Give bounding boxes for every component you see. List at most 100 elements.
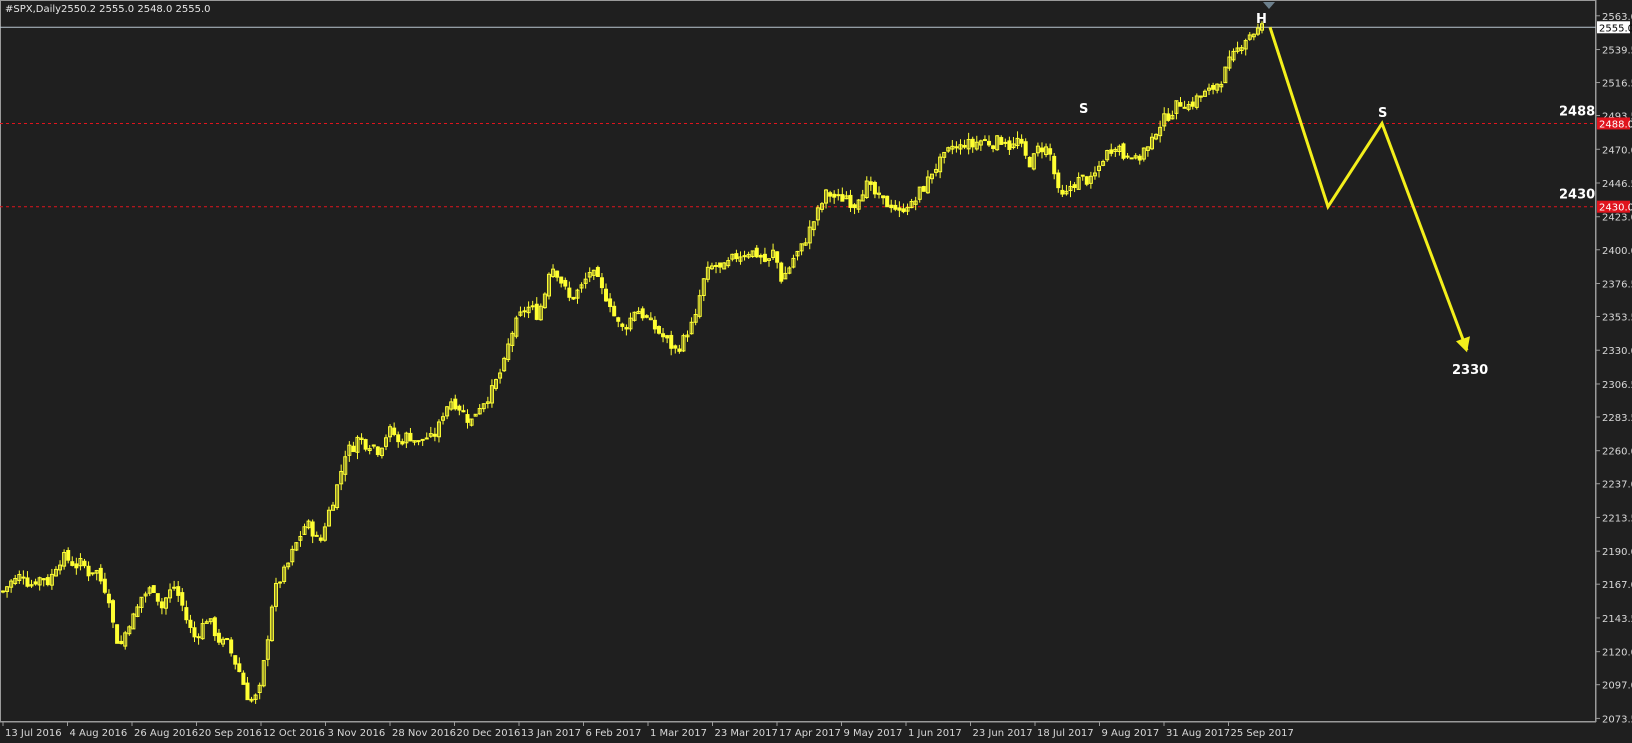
candle-bear (318, 537, 323, 541)
candle-bear (754, 247, 759, 258)
candle-bear (1060, 189, 1065, 195)
y-tick-label: 2213.5 (1602, 513, 1632, 524)
candle-bear (893, 204, 898, 210)
chart-canvas[interactable]: #SPX,Daily 2550.2 2555.0 2548.0 2555.0 2… (0, 0, 1632, 739)
candle-bear (86, 565, 91, 577)
x-tick-label: 28 Nov 2016 (392, 728, 456, 739)
level-label: 2488 (1559, 104, 1595, 119)
candle-bear (375, 446, 380, 456)
candle-bear (392, 427, 397, 435)
candle-bear (115, 624, 120, 644)
candle-bear (1039, 147, 1044, 153)
candle-bear (21, 576, 26, 579)
candle-bear (216, 632, 221, 643)
candle-bear (237, 663, 242, 673)
x-tick-label: 25 Sep 2017 (1231, 728, 1294, 739)
pattern-label-head: H (1256, 12, 1267, 27)
target-label: 2330 (1452, 363, 1488, 378)
y-tick-label: 2539.5 (1602, 46, 1632, 57)
candle-bear (70, 561, 75, 566)
x-tick-label: 1 Mar 2017 (650, 728, 707, 739)
y-tick-label: 2563.0 (1602, 12, 1632, 23)
candle-bear (612, 305, 617, 317)
candle-bear (1023, 141, 1028, 156)
candle-bear (620, 323, 625, 327)
pattern-label-shoulder: S (1378, 106, 1387, 121)
candle-bull (225, 638, 230, 641)
price-chart[interactable]: #SPX,Daily 2550.2 2555.0 2548.0 2555.0 2… (0, 0, 1632, 739)
candle-bear (453, 398, 458, 410)
candle-bear (840, 194, 845, 202)
candle-bear (1019, 138, 1024, 144)
candle-bear (1007, 140, 1012, 150)
candle-bear (1211, 84, 1216, 90)
candle-bear (408, 432, 413, 442)
candle-bull (714, 264, 719, 267)
time-axis: 13 Jul 2016 4 Aug 2016 26 Aug 2016 20 Sep 2… (2, 722, 1294, 739)
y-tick-label: 2353.5 (1602, 313, 1632, 324)
candle-bear (665, 335, 670, 339)
forecast-line (1268, 26, 1469, 351)
level-price-box-label: 2430.0 (1599, 203, 1632, 214)
candle-bear (155, 593, 160, 602)
y-tick-label: 2097.0 (1602, 681, 1632, 692)
candle-bear (921, 186, 926, 192)
candle-bear (534, 303, 539, 320)
candle-bear (868, 181, 873, 185)
y-tick-label: 2237.0 (1602, 480, 1632, 491)
x-tick-label: 17 Apr 2017 (779, 728, 841, 739)
candle-bear (889, 204, 894, 209)
candle-bear (229, 639, 234, 654)
candle-bull (420, 438, 425, 441)
candle-bear (828, 192, 833, 197)
candle-bear (82, 560, 87, 567)
level-label: 2430 (1559, 188, 1595, 203)
candle-bear (962, 144, 967, 148)
y-tick-label: 2306.5 (1602, 380, 1632, 391)
candle-bear (567, 287, 572, 298)
candle-bear (241, 672, 246, 685)
candle-bear (188, 619, 193, 628)
candle-bear (1137, 155, 1142, 161)
candle-bear (718, 262, 723, 268)
x-tick-label: 20 Sep 2016 (199, 728, 262, 739)
y-tick-label: 2283.5 (1602, 413, 1632, 424)
candle-bear (762, 253, 767, 262)
candle-bear (1084, 176, 1089, 185)
y-tick-label: 2073.5 (1602, 714, 1632, 725)
y-tick-label: 2330.0 (1602, 346, 1632, 357)
candle-bear (1121, 143, 1126, 159)
x-tick-label: 12 Oct 2016 (263, 728, 325, 739)
chart-shift-marker-icon[interactable] (1263, 2, 1275, 9)
x-tick-label: 13 Jan 2017 (521, 728, 581, 739)
x-tick-label: 1 Jun 2017 (908, 728, 962, 739)
candle-bear (106, 593, 111, 604)
candle-bear (1, 590, 5, 593)
candle-bear (74, 563, 79, 569)
candle-bear (901, 208, 906, 213)
candle-bear (522, 310, 527, 313)
candle-bear (25, 577, 30, 587)
candle-bear (45, 577, 50, 586)
forecast-path: 2330 (1268, 26, 1488, 378)
candle-bear (640, 308, 645, 319)
candle-bear (184, 607, 189, 621)
candle-bear (848, 194, 853, 208)
candle-bear (734, 253, 739, 260)
candle-bear (595, 267, 600, 278)
candle-bear (1052, 155, 1057, 175)
candle-bear (1003, 141, 1008, 144)
candle-bull (982, 139, 987, 142)
candle-bear (245, 682, 250, 701)
candle-bear (832, 193, 837, 198)
x-tick-label: 20 Dec 2016 (457, 728, 521, 739)
y-tick-label: 2190.0 (1602, 547, 1632, 558)
candle-bear (571, 296, 576, 300)
candle-bear (897, 207, 902, 211)
candle-bear (991, 145, 996, 149)
y-tick-label: 2120.0 (1602, 648, 1632, 659)
candle-bull (1182, 106, 1187, 109)
candle-bear (559, 276, 564, 284)
candle-bear (779, 262, 784, 282)
candle-bear (644, 315, 649, 318)
